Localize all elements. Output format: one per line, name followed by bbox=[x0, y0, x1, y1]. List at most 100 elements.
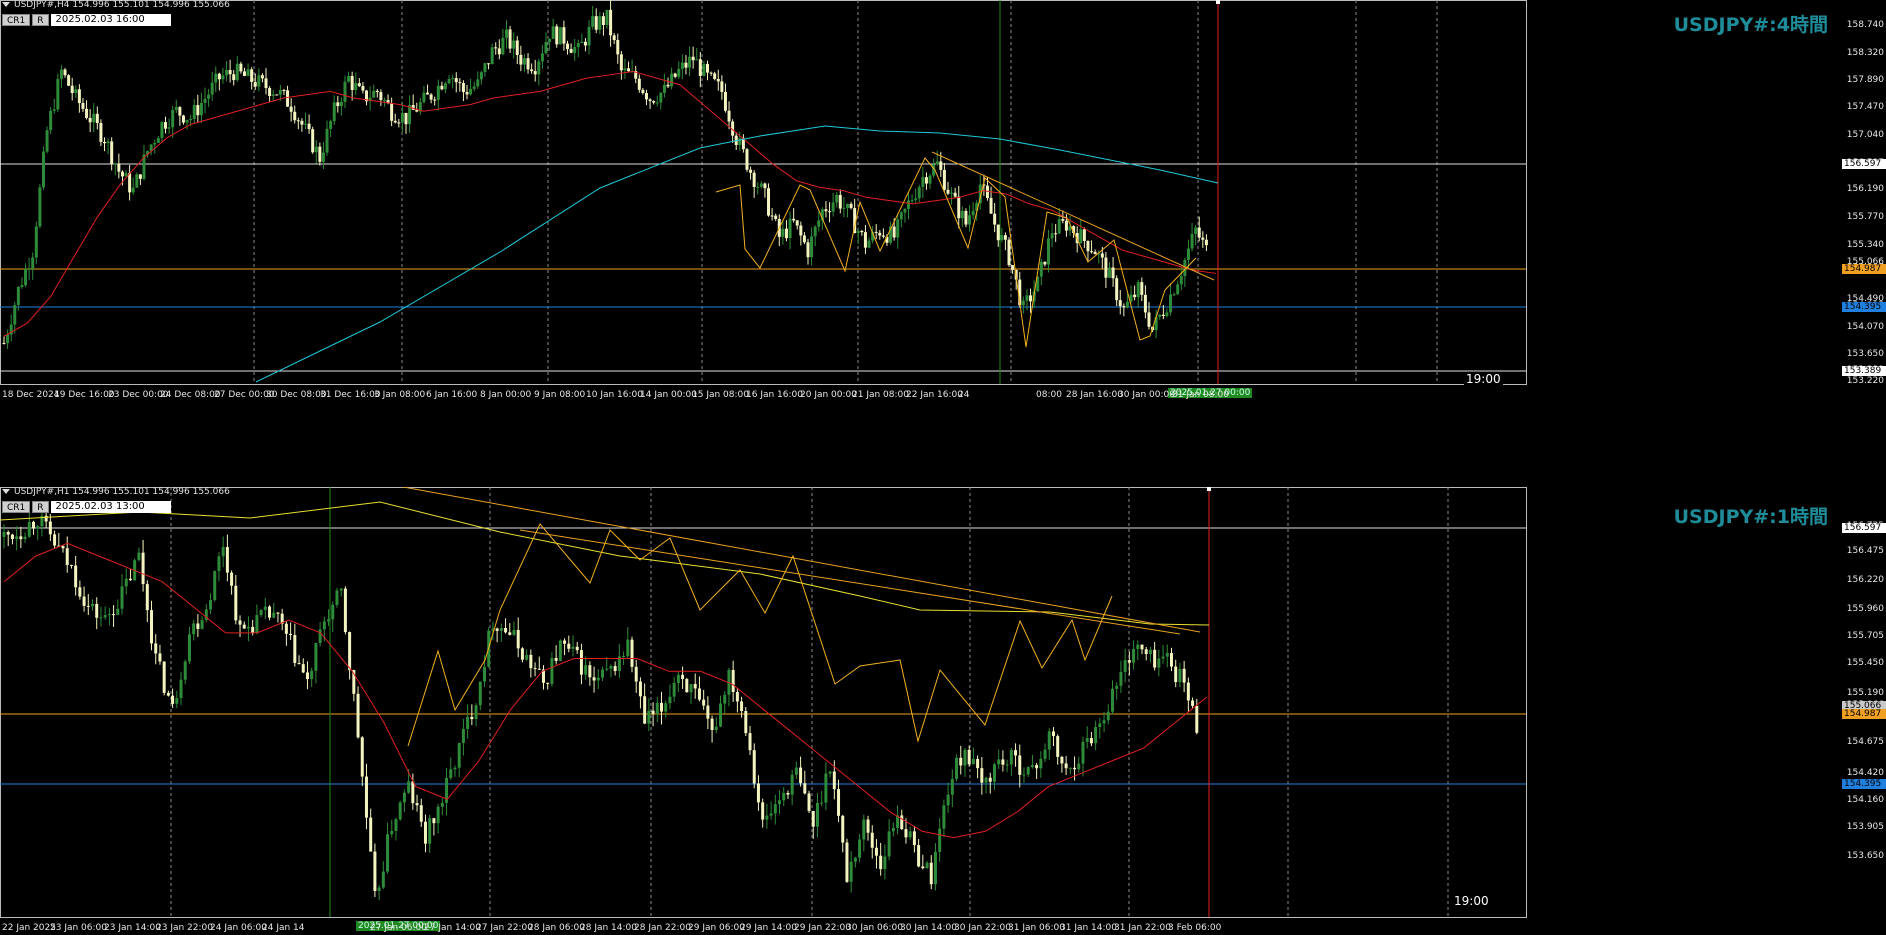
h1-candle-body bbox=[512, 629, 516, 635]
h4-candle-body bbox=[810, 236, 814, 258]
h4-candle-body bbox=[831, 202, 835, 212]
h4-candle-body bbox=[1021, 300, 1025, 306]
h1-candle-body bbox=[1182, 668, 1186, 683]
h4-header-text: USDJPY#,H4 154.996 155.101 154.996 155.0… bbox=[14, 0, 230, 10]
collapse-triangle-icon[interactable] bbox=[2, 489, 10, 494]
h1-datetime-field[interactable]: 2025.02.03 13:00 bbox=[50, 501, 171, 513]
h1-price-chart[interactable] bbox=[0, 487, 1886, 935]
h1-candle-body bbox=[778, 800, 782, 805]
h4-candle-body bbox=[390, 103, 394, 121]
time-axis-label: 22 Jan 2025 bbox=[2, 923, 56, 933]
h1-candle-body bbox=[495, 628, 499, 631]
h1-candle-body bbox=[1009, 750, 1013, 765]
h4-chart-window[interactable]: USDJPY#,H4 154.996 155.101 154.996 155.0… bbox=[0, 0, 1886, 402]
h4-candle-body bbox=[856, 230, 860, 234]
h4-candle-body bbox=[41, 151, 45, 188]
h4-candle-body bbox=[720, 81, 724, 92]
h4-candle-body bbox=[874, 231, 878, 233]
h1-candle-body bbox=[1127, 660, 1131, 663]
time-axis-label: 14 Jan 00:00 bbox=[640, 390, 697, 400]
h4-datetime-field[interactable]: 2025.02.03 16:00 bbox=[50, 14, 171, 26]
time-axis-label: 10 Jan 16:00 bbox=[586, 390, 643, 400]
h4-candle-body bbox=[167, 127, 171, 129]
h4-candle-body bbox=[548, 38, 552, 43]
h4-candle-body bbox=[957, 196, 961, 219]
h4-price-chart[interactable] bbox=[0, 0, 1886, 402]
time-axis-label: 15 Jan 08:00 bbox=[692, 390, 749, 400]
h1-candle-body bbox=[1123, 660, 1127, 673]
h1-candle-body bbox=[335, 590, 339, 605]
h1-candle-body bbox=[48, 521, 52, 535]
h1-candle-body bbox=[440, 802, 444, 807]
h4-cr-button[interactable]: CR1 bbox=[2, 14, 31, 26]
h1-candle-body bbox=[1132, 648, 1136, 663]
h1-candle-body bbox=[331, 604, 335, 620]
h4-candle-body bbox=[411, 105, 415, 110]
h4-candle-body bbox=[738, 138, 742, 146]
h4-candle-body bbox=[802, 235, 806, 243]
h4-candle-body bbox=[1161, 314, 1165, 316]
h4-candle-body bbox=[662, 84, 666, 93]
h1-cr-button[interactable]: CR1 bbox=[2, 501, 31, 513]
h4-candle-body bbox=[461, 83, 465, 93]
h1-candle-body bbox=[601, 669, 604, 678]
h1-candle-body bbox=[103, 615, 107, 618]
h1-chart-window[interactable]: USDJPY#,H1 154.996 155.101 154.996 155.0… bbox=[0, 487, 1886, 935]
h4-candle-body bbox=[339, 101, 343, 107]
collapse-triangle-icon[interactable] bbox=[2, 2, 10, 7]
h1-candle-body bbox=[373, 851, 377, 891]
h1-candle-body bbox=[1001, 759, 1005, 765]
h1-candle-body bbox=[921, 866, 925, 869]
h4-candle-body bbox=[268, 87, 272, 97]
h4-candle-body bbox=[1136, 282, 1140, 298]
price-axis-label: 155.450 bbox=[1846, 658, 1884, 668]
h4-candle-body bbox=[964, 210, 968, 225]
h4-candle-body bbox=[196, 105, 200, 116]
h4-candle-body bbox=[70, 85, 74, 94]
h4-candle-body bbox=[555, 26, 559, 45]
h4-candle-body bbox=[910, 200, 914, 202]
h1-candle-body bbox=[706, 705, 710, 719]
time-axis-label: 23 Jan 06:00 bbox=[50, 923, 107, 933]
price-axis-label: 153.650 bbox=[1846, 851, 1884, 861]
h1-candle-body bbox=[1178, 668, 1182, 683]
h4-candle-body bbox=[950, 192, 954, 194]
h1-candle-body bbox=[310, 670, 314, 680]
h4-candle-body bbox=[81, 103, 85, 109]
h1-candle-body bbox=[946, 794, 950, 806]
h4-candle-body bbox=[321, 152, 325, 162]
h4-candle-body bbox=[627, 68, 631, 72]
h1-candle-body bbox=[567, 643, 571, 649]
time-axis-label: 30 Dec 08:00 bbox=[266, 390, 327, 400]
h4-candle-body bbox=[278, 90, 282, 95]
h4-candle-body bbox=[1194, 227, 1198, 235]
h1-candle-body bbox=[196, 623, 200, 629]
h4-candle-body bbox=[34, 226, 38, 258]
h4-candle-body bbox=[490, 47, 494, 65]
h1-candle-body bbox=[681, 674, 685, 680]
h1-r-button[interactable]: R bbox=[32, 501, 49, 513]
h1-candle-body bbox=[466, 716, 470, 729]
h4-candle-body bbox=[677, 68, 681, 77]
h1-candle-body bbox=[407, 781, 411, 793]
time-axis-label: 18 Dec 2024 bbox=[2, 390, 60, 400]
h4-controls: CR1 R 2025.02.03 16:00 bbox=[2, 14, 171, 26]
h1-candle-body bbox=[171, 695, 175, 704]
h4-candle-body bbox=[842, 207, 846, 209]
h1-candle-body bbox=[664, 703, 668, 712]
h4-candle-body bbox=[960, 210, 964, 219]
h4-candle-body bbox=[311, 129, 315, 153]
h1-candle-body bbox=[1106, 711, 1110, 721]
h1-candle-body bbox=[166, 692, 170, 696]
h4-candle-body bbox=[207, 94, 211, 99]
h1-candle-body bbox=[609, 666, 613, 669]
h4-candle-body bbox=[698, 59, 702, 76]
h4-r-button[interactable]: R bbox=[32, 14, 49, 26]
price-axis-label: 155.770 bbox=[1846, 212, 1884, 222]
h4-candle-body bbox=[1093, 251, 1097, 255]
h4-candle-body bbox=[440, 85, 444, 90]
h1-candle-body bbox=[99, 617, 103, 619]
h1-candle-body bbox=[891, 827, 895, 832]
h4-candle-body bbox=[264, 78, 268, 88]
h1-candle-body bbox=[154, 643, 158, 654]
